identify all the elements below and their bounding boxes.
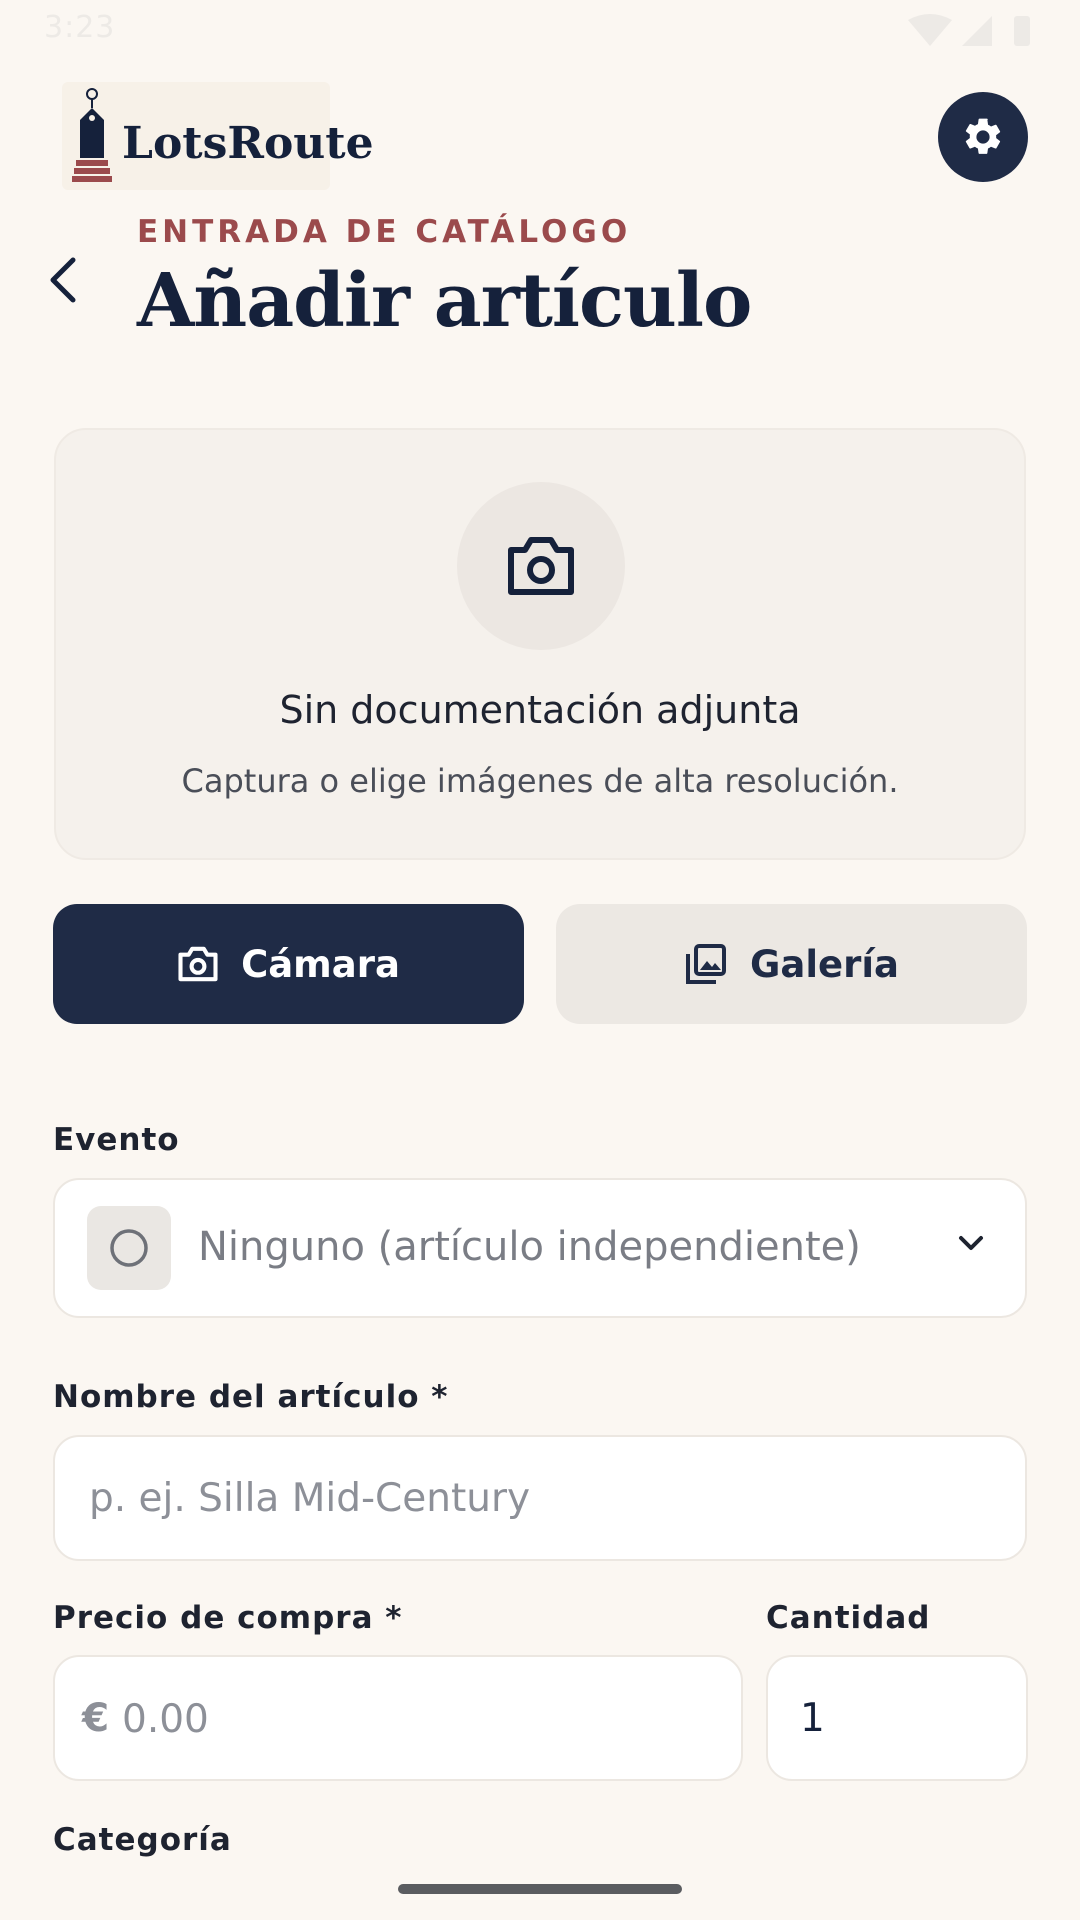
photo-placeholder: [457, 482, 625, 650]
camera-button[interactable]: Cámara: [53, 904, 524, 1024]
gallery-icon: [685, 944, 726, 984]
gallery-button[interactable]: Galería: [556, 904, 1027, 1024]
page-title: Añadir artículo: [137, 258, 752, 344]
camera-icon: [508, 537, 574, 595]
event-icon-box: [87, 1206, 171, 1290]
status-icons: [908, 14, 1030, 46]
chevron-left-icon: [50, 257, 76, 303]
item-name-input[interactable]: [53, 1435, 1027, 1561]
camera-button-label: Cámara: [241, 942, 400, 986]
status-time: 3:23: [44, 10, 116, 45]
gear-icon: [965, 118, 1001, 154]
event-select-value: Ninguno (artículo independiente): [198, 1224, 861, 1270]
page-eyebrow: ENTRADA DE CATÁLOGO: [137, 214, 632, 250]
home-indicator[interactable]: [398, 1884, 682, 1894]
status-bar: 3:23: [0, 0, 1080, 60]
camera-icon: [178, 946, 218, 982]
brand-name: LotsRoute: [122, 118, 374, 169]
radio-empty-icon: [110, 1229, 148, 1267]
chevron-down-icon: [959, 1236, 983, 1250]
photo-empty-title: Sin documentación adjunta: [279, 688, 801, 732]
category-label: Categoría: [53, 1822, 232, 1858]
settings-button[interactable]: [938, 92, 1028, 182]
quantity-value: 1: [800, 1696, 825, 1741]
name-label: Nombre del artículo *: [53, 1379, 449, 1415]
back-button[interactable]: [40, 252, 86, 308]
quantity-label: Cantidad: [766, 1600, 931, 1636]
photo-empty-subtitle: Captura o elige imágenes de alta resoluc…: [181, 762, 899, 800]
event-label: Evento: [53, 1122, 180, 1158]
price-label: Precio de compra *: [53, 1600, 403, 1636]
price-input[interactable]: [120, 1680, 724, 1758]
gallery-button-label: Galería: [749, 942, 899, 986]
price-tag-logo-icon: [72, 88, 112, 182]
currency-symbol: €: [82, 1696, 110, 1741]
